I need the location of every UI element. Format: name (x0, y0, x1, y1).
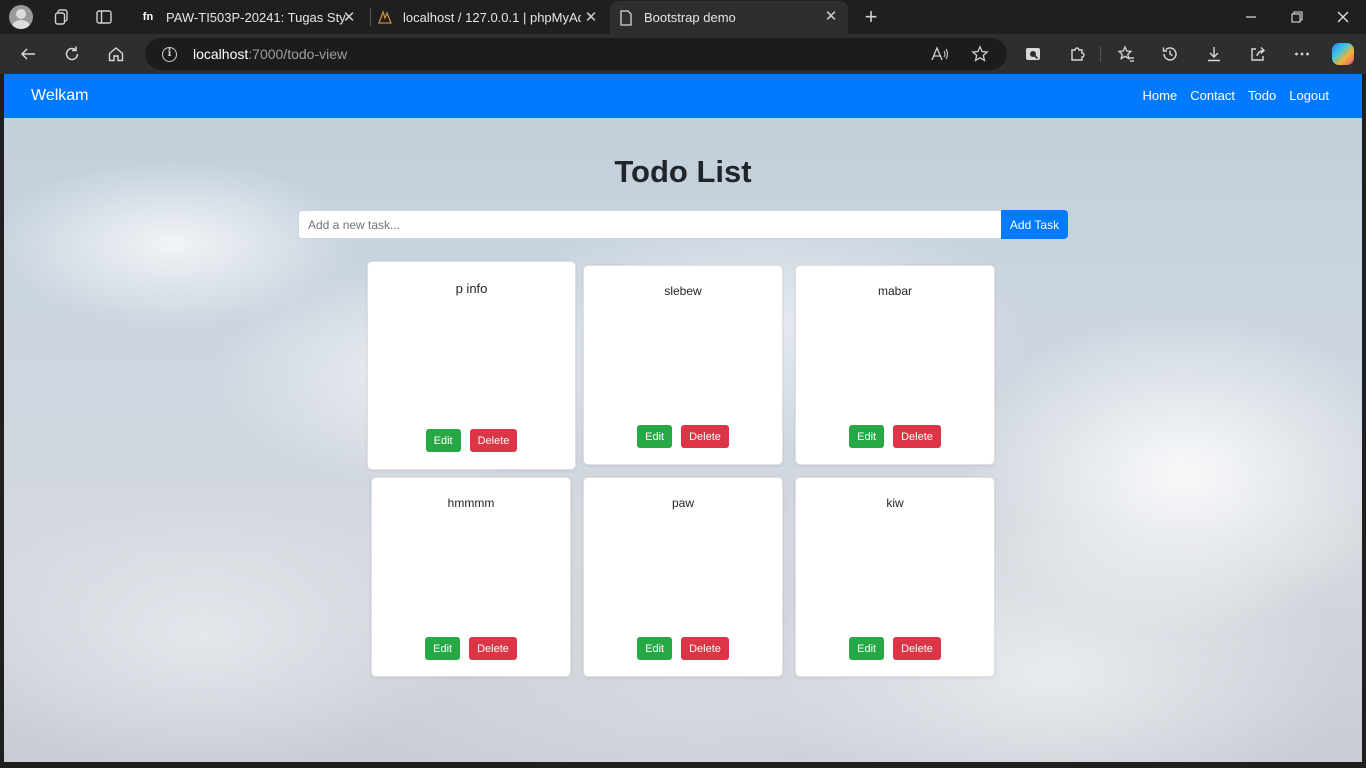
todo-actions: Edit Delete (372, 637, 570, 660)
vertical-tabs-icon[interactable] (94, 7, 114, 27)
window-bottom-border (0, 762, 1366, 768)
edit-button[interactable]: Edit (425, 637, 461, 660)
close-tab-icon[interactable]: ✕ (340, 8, 358, 26)
tab-strip: fn PAW-TI503P-20241: Tugas Styling ✕ loc… (0, 0, 1366, 34)
close-tab-icon[interactable]: ✕ (582, 8, 600, 26)
tab-paw-styling[interactable]: fn PAW-TI503P-20241: Tugas Styling ✕ (130, 2, 366, 32)
tab-bootstrap-demo[interactable]: Bootstrap demo ✕ (610, 1, 848, 34)
todo-actions: Edit Delete (796, 637, 994, 660)
phpmyadmin-icon (377, 9, 393, 25)
nav-link-home[interactable]: Home (1143, 88, 1178, 103)
nav-links: Home Contact Todo Logout (1143, 88, 1329, 103)
nav-link-logout[interactable]: Logout (1289, 88, 1329, 103)
new-tab-icon[interactable]: + (860, 4, 882, 29)
delete-button[interactable]: Delete (681, 425, 729, 448)
delete-button[interactable]: Delete (681, 637, 729, 660)
new-task-input[interactable] (298, 210, 1002, 239)
nav-link-contact[interactable]: Contact (1190, 88, 1235, 103)
browser-toolbar: i localhost:7000/todo-view (0, 34, 1366, 74)
tab-title: PAW-TI503P-20241: Tugas Styling (166, 9, 346, 25)
downloads-icon[interactable] (1200, 40, 1228, 68)
screenshot-search-icon[interactable] (1019, 40, 1047, 68)
delete-button[interactable]: Delete (469, 429, 518, 452)
todo-actions: Edit Delete (796, 425, 994, 448)
page-title: Todo List (614, 154, 752, 189)
todo-card: hmmmm Edit Delete (371, 477, 571, 677)
address-bar[interactable]: i localhost:7000/todo-view (145, 38, 1007, 70)
delete-button[interactable]: Delete (469, 637, 517, 660)
todo-actions: Edit Delete (368, 429, 575, 452)
back-icon[interactable] (14, 40, 42, 68)
read-aloud-icon[interactable] (929, 44, 951, 64)
tab-title: localhost / 127.0.0.1 | phpMyAdm (403, 9, 581, 25)
edit-button[interactable]: Edit (425, 429, 461, 452)
edit-button[interactable]: Edit (849, 425, 885, 448)
delete-button[interactable]: Delete (893, 637, 941, 660)
todo-card: slebew Edit Delete (583, 265, 783, 465)
close-tab-icon[interactable]: ✕ (822, 7, 840, 25)
todo-card: kiw Edit Delete (795, 477, 995, 677)
workspaces-icon[interactable] (52, 7, 72, 27)
todo-title: slebew (664, 284, 702, 298)
nav-link-todo[interactable]: Todo (1248, 88, 1276, 103)
fn-favicon-icon: fn (142, 11, 154, 23)
add-task-button[interactable]: Add Task (1001, 210, 1068, 239)
todo-title: p info (455, 281, 488, 296)
close-window-icon[interactable] (1320, 0, 1366, 34)
edit-button[interactable]: Edit (637, 637, 673, 660)
todo-title: paw (671, 496, 694, 510)
page-viewport: Welkam Home Contact Todo Logout Todo Lis… (4, 74, 1362, 762)
edit-button[interactable]: Edit (849, 637, 885, 660)
navbar-brand[interactable]: Welkam (31, 87, 89, 105)
navbar: Welkam Home Contact Todo Logout (4, 74, 1362, 118)
favorites-icon[interactable] (1112, 40, 1140, 68)
minimize-icon[interactable] (1228, 0, 1274, 34)
todo-title: mabar (877, 284, 912, 298)
todo-card: paw Edit Delete (583, 477, 783, 677)
copilot-icon[interactable] (1332, 43, 1354, 65)
todo-actions: Edit Delete (584, 425, 782, 448)
extensions-icon[interactable] (1063, 40, 1091, 68)
tab-title: Bootstrap demo (644, 10, 736, 25)
todo-title: kiw (886, 496, 904, 510)
edit-button[interactable]: Edit (637, 425, 673, 448)
refresh-icon[interactable] (58, 40, 86, 68)
toolbar-divider (1100, 46, 1101, 62)
history-icon[interactable] (1156, 40, 1184, 68)
favorite-star-icon[interactable] (969, 44, 991, 64)
todo-actions: Edit Delete (584, 637, 782, 660)
share-icon[interactable] (1244, 40, 1272, 68)
restore-icon[interactable] (1274, 0, 1320, 34)
home-icon[interactable] (102, 40, 130, 68)
todo-title: hmmmm (447, 496, 495, 510)
more-menu-icon[interactable] (1288, 40, 1316, 68)
url-text[interactable]: localhost:7000/todo-view (193, 46, 347, 62)
delete-button[interactable]: Delete (893, 425, 941, 448)
page-icon (618, 9, 634, 26)
todo-card: p info Edit Delete (367, 261, 576, 470)
tab-phpmyadmin[interactable]: localhost / 127.0.0.1 | phpMyAdm ✕ (370, 2, 608, 32)
profile-avatar-icon[interactable] (9, 5, 33, 29)
todo-card: mabar Edit Delete (795, 265, 995, 465)
site-info-icon[interactable]: i (162, 47, 177, 62)
